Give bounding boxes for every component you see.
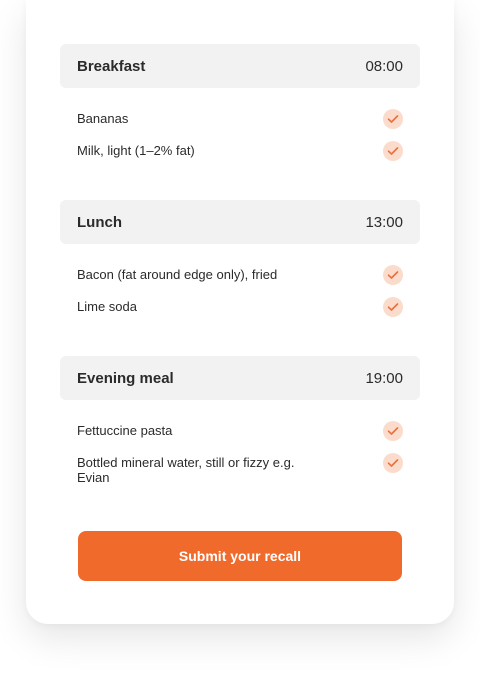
food-item-label: Bottled mineral water, still or fizzy e.… bbox=[77, 455, 295, 485]
check-icon bbox=[383, 421, 403, 441]
food-item: Bananas bbox=[60, 109, 420, 129]
food-item: Lime soda bbox=[60, 297, 420, 317]
check-icon bbox=[383, 141, 403, 161]
meal-time: 19:00 bbox=[365, 369, 403, 387]
food-item: Fettuccine pasta bbox=[60, 421, 420, 441]
food-item: Bacon (fat around edge only), fried bbox=[60, 265, 420, 285]
food-item: Milk, light (1–2% fat) bbox=[60, 141, 420, 161]
food-item-label: Milk, light (1–2% fat) bbox=[77, 143, 195, 158]
food-item-label: Lime soda bbox=[77, 299, 137, 314]
check-icon bbox=[383, 265, 403, 285]
meal-evening: Evening meal 19:00 Fettuccine pasta Bott… bbox=[60, 356, 420, 485]
meal-name: Evening meal bbox=[77, 369, 174, 387]
meal-name: Lunch bbox=[77, 213, 122, 231]
meal-breakfast: Breakfast 08:00 Bananas Milk, light (1–2… bbox=[60, 44, 420, 161]
food-item: Bottled mineral water, still or fizzy e.… bbox=[60, 453, 420, 485]
recall-summary-card: Breakfast 08:00 Bananas Milk, light (1–2… bbox=[26, 0, 454, 624]
food-item-label: Bananas bbox=[77, 111, 129, 126]
meal-lunch: Lunch 13:00 Bacon (fat around edge only)… bbox=[60, 200, 420, 317]
check-icon bbox=[383, 453, 403, 473]
food-item-label: Fettuccine pasta bbox=[77, 423, 173, 438]
meal-time: 08:00 bbox=[365, 57, 403, 75]
check-icon bbox=[383, 297, 403, 317]
meal-name: Breakfast bbox=[77, 57, 146, 75]
meal-header: Lunch 13:00 bbox=[60, 200, 420, 244]
meal-header: Evening meal 19:00 bbox=[60, 356, 420, 400]
meal-time: 13:00 bbox=[365, 213, 403, 231]
meal-header: Breakfast 08:00 bbox=[60, 44, 420, 88]
check-icon bbox=[383, 109, 403, 129]
submit-recall-button[interactable]: Submit your recall bbox=[78, 531, 402, 581]
food-item-label: Bacon (fat around edge only), fried bbox=[77, 267, 278, 282]
